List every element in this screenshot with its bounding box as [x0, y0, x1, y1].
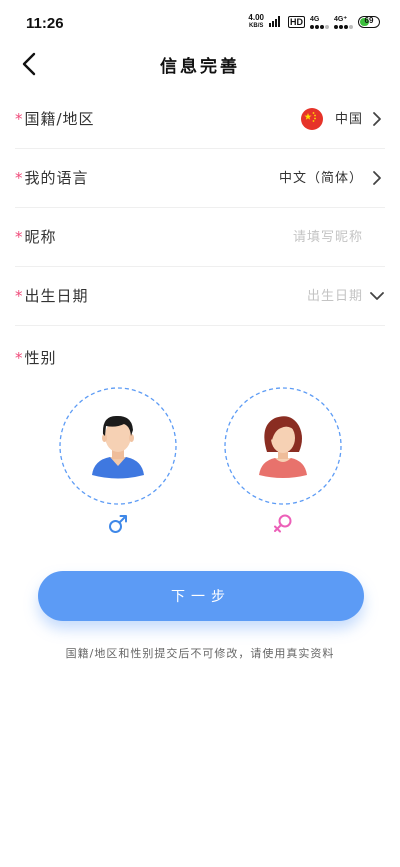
hd-badge: HD [288, 16, 305, 28]
female-avatar-icon [224, 387, 342, 505]
male-avatar-icon [59, 387, 177, 505]
network-speed-value: 4.00 [248, 13, 264, 22]
chevron-right-icon [373, 171, 381, 185]
region-label: *国籍/地区 [15, 90, 95, 149]
nickname-label-text: 昵称 [24, 228, 57, 246]
next-button[interactable]: 下一步 [38, 571, 364, 621]
gender-label-text: 性别 [24, 349, 57, 367]
notice-text: 国籍/地区和性别提交后不可修改，请使用真实资料 [65, 647, 335, 660]
birthday-input[interactable]: 出生日期 [307, 267, 363, 326]
cell-signal-1-label: 4G [310, 15, 320, 23]
status-bar: 11:26 4.00 KB/S HD 4G 4G⁺ 69 [0, 0, 400, 44]
language-row[interactable]: *我的语言 中文（简体） [15, 149, 385, 208]
battery-icon: 69 [358, 16, 380, 28]
cell-signal-2-label: 4G⁺ [334, 15, 348, 23]
birthday-label: *出生日期 [15, 267, 89, 326]
female-option[interactable] [223, 386, 343, 506]
cell-signal-1: 4G [310, 16, 329, 29]
region-label-text: 国籍/地区 [24, 110, 95, 128]
required-mark: * [15, 110, 24, 128]
required-mark: * [15, 349, 24, 367]
cell-signal-2: 4G⁺ [334, 16, 353, 29]
language-label-text: 我的语言 [24, 169, 89, 187]
region-row[interactable]: *国籍/地区 中国 [15, 90, 385, 149]
china-flag-icon [301, 108, 323, 130]
nickname-input[interactable]: 请填写昵称 [293, 208, 363, 267]
network-speed: 4.00 KB/S [248, 14, 264, 30]
status-time: 11:26 [26, 15, 64, 32]
chevron-right-icon [373, 112, 381, 126]
language-label: *我的语言 [15, 149, 89, 208]
region-value: 中国 [334, 112, 363, 127]
male-option[interactable] [58, 386, 178, 506]
birthday-label-text: 出生日期 [24, 287, 89, 305]
nickname-row[interactable]: *昵称 请填写昵称 [15, 208, 385, 267]
wifi-signal-icon [269, 15, 283, 29]
language-value: 中文（简体） [278, 171, 363, 186]
required-mark: * [15, 287, 24, 305]
battery-level: 69 [364, 16, 374, 25]
birthday-row[interactable]: *出生日期 出生日期 [15, 267, 385, 326]
cell-signal-2-icon [334, 24, 353, 29]
status-icons: 4.00 KB/S HD 4G 4G⁺ 69 [248, 14, 380, 30]
required-mark: * [15, 228, 24, 246]
cell-signal-1-icon [310, 24, 329, 29]
required-mark: * [15, 169, 24, 187]
nickname-label: *昵称 [15, 208, 57, 267]
gender-label: *性别 [15, 336, 57, 380]
female-symbol-icon [274, 514, 292, 533]
chevron-down-icon [370, 292, 384, 300]
page-title: 信息完善 [160, 57, 240, 77]
header: 信息完善 [0, 44, 400, 84]
male-symbol-icon [109, 515, 127, 533]
network-speed-unit: KB/S [249, 23, 264, 29]
